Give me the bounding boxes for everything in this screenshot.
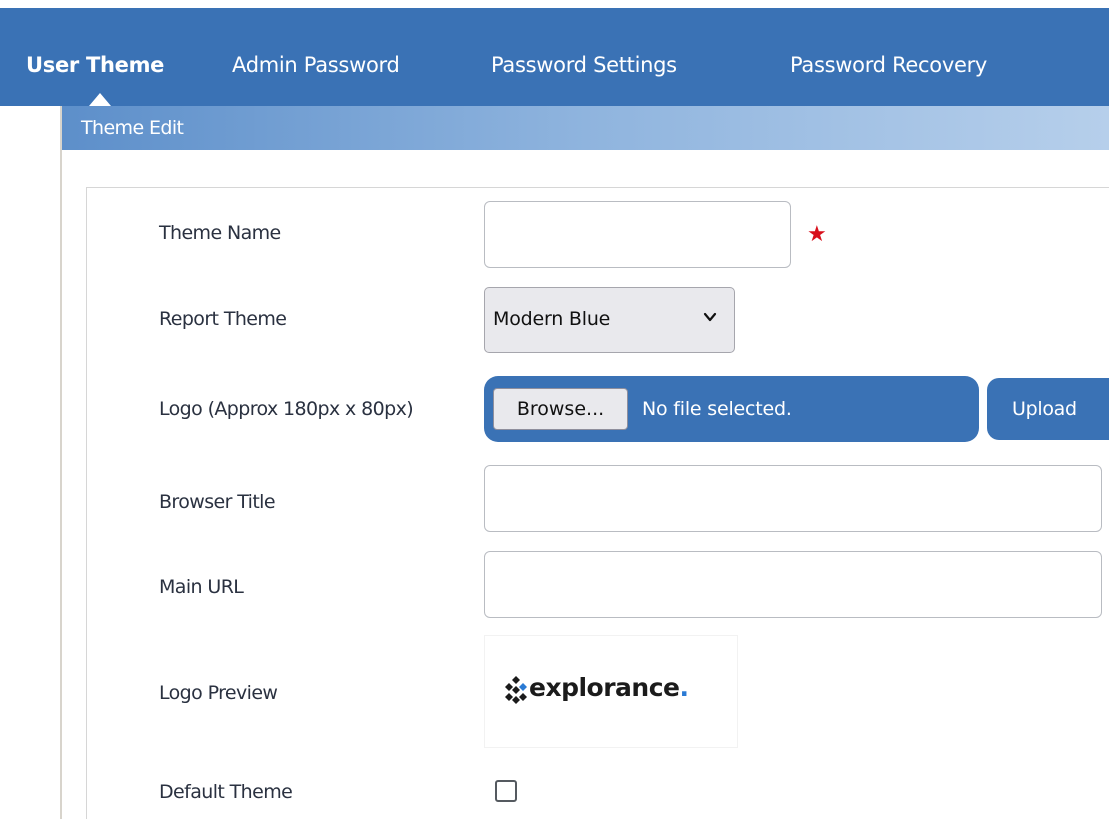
browser-title-label: Browser Title bbox=[159, 491, 276, 513]
required-star-icon: ★ bbox=[807, 222, 827, 247]
active-tab-indicator bbox=[89, 93, 111, 106]
file-status-text: No file selected. bbox=[642, 398, 792, 420]
main-url-input[interactable] bbox=[484, 551, 1102, 618]
tab-user-theme[interactable]: User Theme bbox=[26, 53, 164, 77]
theme-name-input[interactable] bbox=[484, 201, 791, 268]
logo-preview-image: explorance. bbox=[484, 635, 738, 748]
report-theme-label: Report Theme bbox=[159, 308, 287, 330]
upload-button[interactable]: Upload bbox=[987, 378, 1109, 440]
logo-label: Logo (Approx 180px x 80px) bbox=[159, 398, 414, 420]
logo-preview-label: Logo Preview bbox=[159, 682, 278, 704]
report-theme-select[interactable]: Modern Blue bbox=[484, 287, 735, 353]
panel-title: Theme Edit bbox=[81, 117, 184, 139]
tab-admin-password[interactable]: Admin Password bbox=[232, 53, 400, 77]
logo-file-input[interactable]: Browse... No file selected. bbox=[484, 376, 979, 442]
tab-password-recovery[interactable]: Password Recovery bbox=[790, 53, 987, 77]
top-nav-bar: User Theme Admin Password Password Setti… bbox=[0, 8, 1109, 106]
panel-header: Theme Edit bbox=[60, 106, 1109, 150]
browser-title-input[interactable] bbox=[484, 465, 1102, 532]
default-theme-checkbox[interactable] bbox=[495, 780, 517, 802]
report-theme-selected-value: Modern Blue bbox=[493, 308, 611, 330]
explorance-logo-mark-icon bbox=[505, 676, 527, 704]
main-url-label: Main URL bbox=[159, 576, 244, 598]
chevron-down-icon bbox=[703, 312, 717, 322]
tab-password-settings[interactable]: Password Settings bbox=[491, 53, 677, 77]
explorance-logo-text: explorance. bbox=[529, 673, 689, 702]
default-theme-label: Default Theme bbox=[159, 781, 293, 803]
theme-name-label: Theme Name bbox=[159, 222, 281, 244]
browse-button[interactable]: Browse... bbox=[493, 388, 628, 430]
